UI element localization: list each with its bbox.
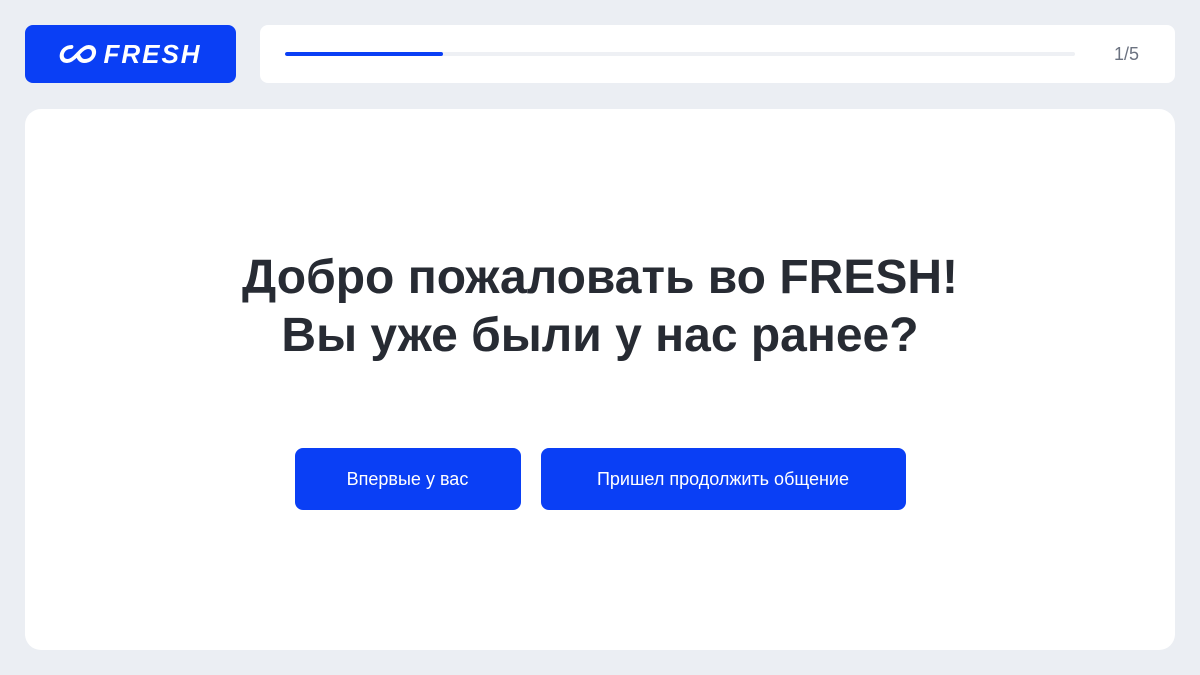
onboarding-page: FRESH 1/5 Добро пожаловать во FRESH! Вы …: [0, 0, 1200, 675]
answer-buttons: Впервые у вас Пришел продолжить общение: [25, 448, 1175, 510]
infinity-icon: [60, 44, 97, 64]
brand-logo: FRESH: [25, 25, 236, 83]
returning-button[interactable]: Пришел продолжить общение: [540, 448, 906, 510]
progress-bar-fill: [285, 52, 443, 56]
first-time-button[interactable]: Впервые у вас: [294, 448, 521, 510]
progress-bar: [285, 52, 1075, 56]
title-line-1: Добро пожаловать во FRESH!: [241, 251, 958, 304]
step-counter: 1/5: [1113, 44, 1139, 64]
welcome-card: Добро пожаловать во FRESH! Вы уже были у…: [25, 109, 1175, 650]
brand-name: FRESH: [103, 39, 202, 69]
page-title: Добро пожаловать во FRESH! Вы уже были у…: [25, 249, 1175, 365]
title-line-2: Вы уже были у нас ранее?: [281, 309, 919, 362]
progress-header: 1/5: [260, 25, 1175, 83]
